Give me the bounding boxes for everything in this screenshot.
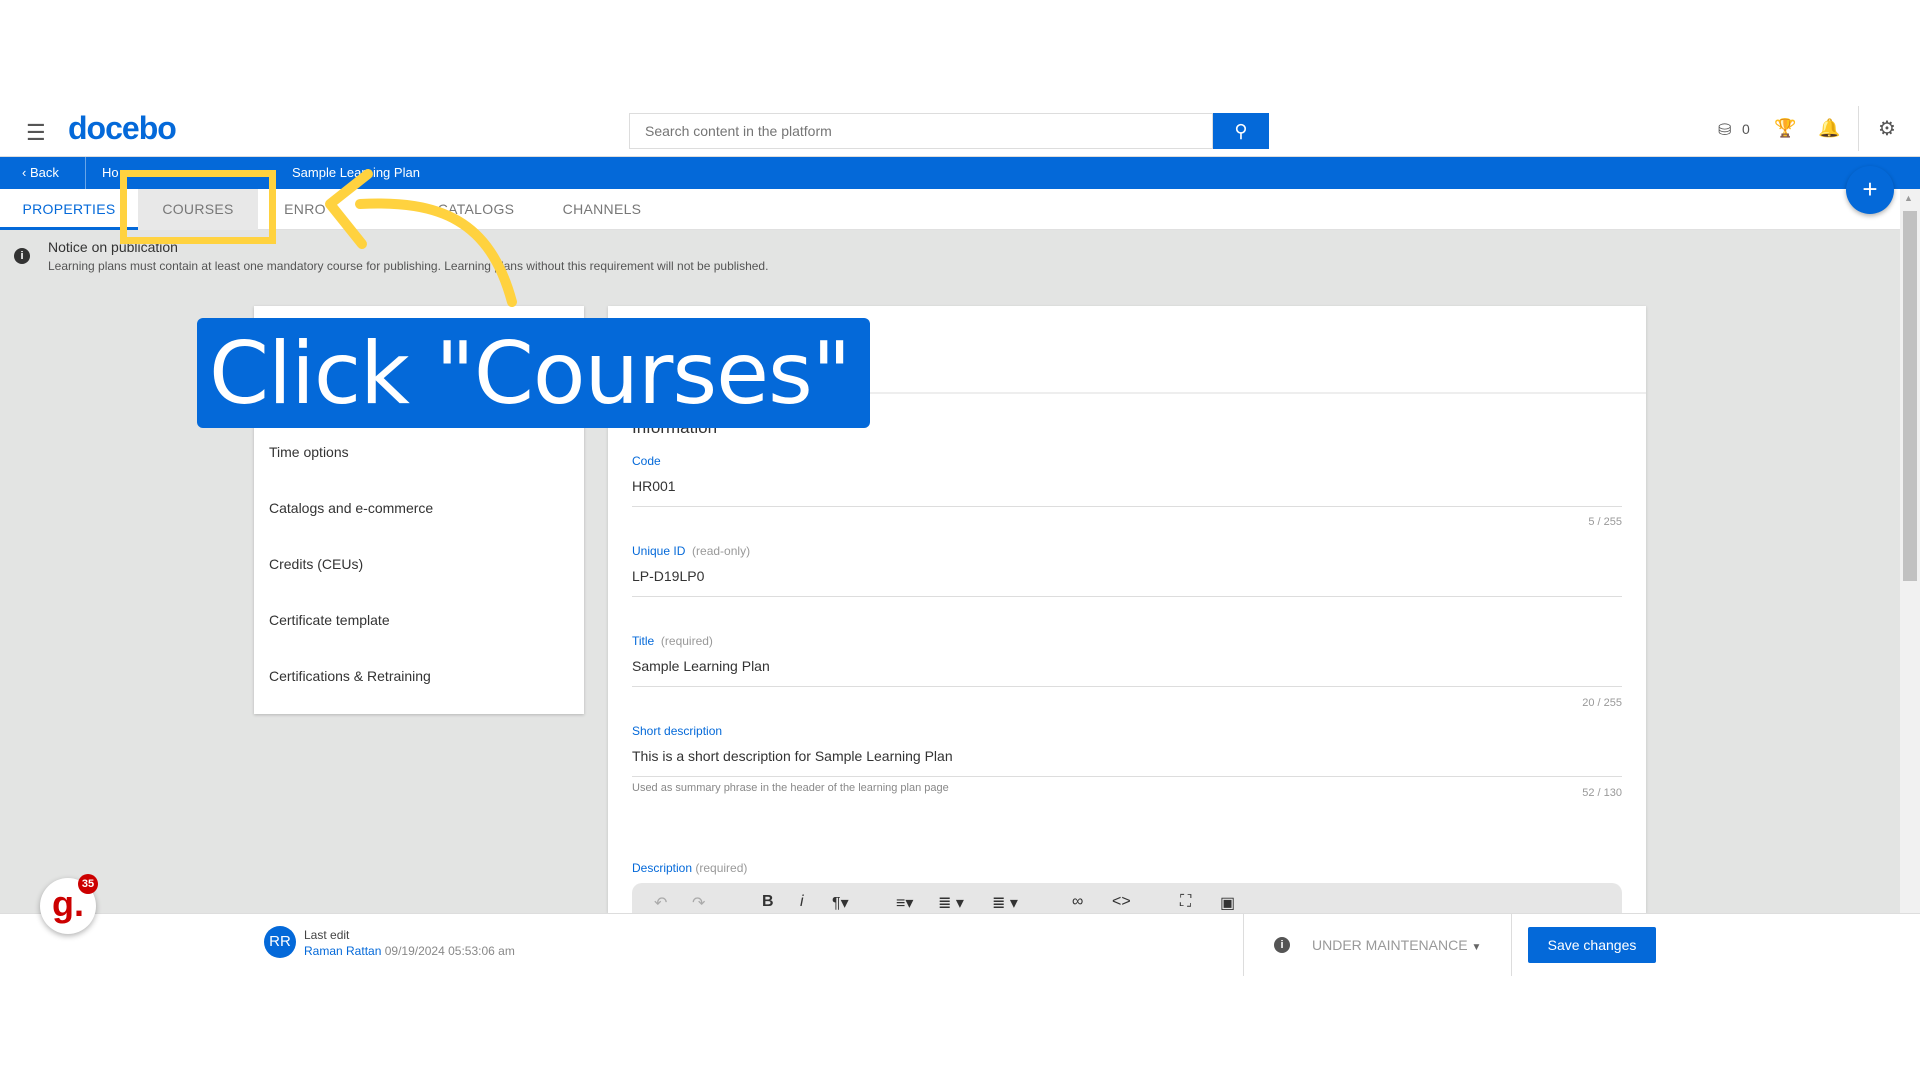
last-edit-user[interactable]: Raman Rattan — [304, 944, 381, 958]
description-label: Description (required) — [632, 861, 747, 875]
coins-count: 0 — [1742, 121, 1750, 137]
title-label: Title (required) — [632, 634, 713, 648]
menu-item-time-options[interactable]: Time options — [269, 444, 349, 460]
tab-channels[interactable]: CHANNELS — [552, 189, 652, 230]
breadcrumb: ‹ Back Ho Sample Learning Plan — [0, 157, 1920, 189]
search-input[interactable] — [629, 113, 1213, 149]
highlight-box — [120, 170, 276, 244]
info-icon: i — [14, 248, 30, 264]
tab-bar: PROPERTIES COURSES ENRO CATALOGS CHANNEL… — [0, 189, 1900, 230]
divider — [632, 506, 1622, 507]
title-hint: (required) — [660, 634, 713, 648]
menu-item-credits[interactable]: Credits (CEUs) — [269, 556, 363, 572]
undo-icon[interactable]: ↶ — [654, 893, 667, 913]
code-label: Code — [632, 454, 661, 468]
divider — [632, 686, 1622, 687]
menu-item-certifications-retraining[interactable]: Certifications & Retraining — [269, 668, 431, 684]
coins-icon[interactable]: ⛁ — [1718, 120, 1731, 140]
docebo-logo[interactable]: docebo — [68, 110, 177, 147]
divider — [632, 776, 1622, 777]
status-info-icon[interactable]: i — [1274, 937, 1290, 953]
code-counter: 5 / 255 — [1588, 516, 1622, 528]
last-edit-info: Raman Rattan 09/19/2024 05:53:06 am — [304, 944, 515, 958]
menu-item-certificate-template[interactable]: Certificate template — [269, 612, 390, 628]
footer-bar: RR Last edit Raman Rattan 09/19/2024 05:… — [0, 913, 1920, 976]
unique-id-field: LP-D19LP0 — [632, 568, 705, 584]
description-hint: (required) — [695, 861, 748, 875]
bold-icon[interactable]: B — [762, 893, 774, 911]
search-button[interactable]: ⚲ — [1213, 113, 1269, 149]
plus-icon: + — [1862, 174, 1878, 204]
divider — [1858, 106, 1859, 151]
title-label-text: Title — [632, 634, 655, 648]
scrollbar-thumb[interactable] — [1903, 211, 1917, 581]
code-field[interactable]: HR001 — [632, 478, 676, 494]
instruction-banner: Click "Courses" — [197, 318, 870, 428]
tab-properties[interactable]: PROPERTIES — [0, 189, 138, 230]
status-dropdown[interactable]: UNDER MAINTENANCE ▼ — [1312, 937, 1481, 953]
divider — [1511, 914, 1512, 976]
divider — [85, 157, 86, 189]
scrollbar[interactable]: ▲ — [1900, 189, 1920, 913]
menu-item-catalogs-ecommerce[interactable]: Catalogs and e-commerce — [269, 500, 433, 516]
chevron-down-icon: ▼ — [1471, 942, 1482, 953]
trophy-icon[interactable]: 🏆 — [1774, 118, 1796, 139]
notification-badge: 35 — [78, 874, 98, 894]
chevron-left-icon: ‹ — [22, 165, 27, 180]
back-button[interactable]: ‹ Back — [22, 165, 59, 180]
fullscreen-icon[interactable]: ⛶ — [1180, 893, 1191, 911]
save-changes-button[interactable]: Save changes — [1528, 927, 1656, 963]
code-icon[interactable]: <> — [1112, 893, 1131, 911]
description-label-text: Description — [632, 861, 693, 875]
title-field[interactable]: Sample Learning Plan — [632, 658, 770, 674]
redo-icon[interactable]: ↷ — [692, 893, 705, 913]
title-counter: 20 / 255 — [1582, 697, 1622, 709]
avatar: RR — [264, 926, 296, 958]
short-description-label: Short description — [632, 724, 723, 738]
unique-id-label-text: Unique ID — [632, 544, 686, 558]
instruction-text: Click "Courses" — [209, 324, 851, 424]
short-description-helper: Used as summary phrase in the header of … — [632, 782, 949, 794]
bullet-list-icon[interactable]: ≣ ▾ — [992, 893, 1018, 913]
settings-gear-icon[interactable]: ⚙ — [1878, 116, 1896, 141]
guide-widget-button[interactable]: g. 35 — [40, 874, 98, 934]
unique-id-label: Unique ID (read-only) — [632, 544, 750, 558]
paragraph-icon[interactable]: ¶▾ — [832, 893, 849, 913]
status-value: UNDER MAINTENANCE — [1312, 937, 1468, 953]
arrow-icon — [325, 169, 517, 307]
scroll-up-icon[interactable]: ▲ — [1904, 193, 1913, 203]
image-icon[interactable]: ▣ — [1220, 893, 1235, 913]
link-icon[interactable]: ∞ — [1072, 893, 1083, 911]
bell-icon[interactable]: 🔔 — [1818, 118, 1840, 139]
align-icon[interactable]: ≡▾ — [896, 893, 913, 913]
last-edit-date: 09/19/2024 05:53:06 am — [384, 944, 515, 958]
divider — [632, 596, 1622, 597]
breadcrumb-home[interactable]: Ho — [102, 165, 119, 180]
hamburger-menu-icon[interactable]: ☰ — [26, 120, 46, 146]
add-fab-button[interactable]: + — [1846, 166, 1894, 214]
last-edit-label: Last edit — [304, 928, 350, 942]
italic-icon[interactable]: i — [800, 893, 804, 911]
divider — [1243, 914, 1244, 976]
ordered-list-icon[interactable]: ≣ ▾ — [938, 893, 964, 913]
short-description-field[interactable]: This is a short description for Sample L… — [632, 748, 953, 764]
short-description-counter: 52 / 130 — [1582, 787, 1622, 799]
top-header: ☰ docebo ⚲ ⛁ 0 🏆 🔔 ⚙ — [0, 100, 1920, 157]
search-icon: ⚲ — [1234, 121, 1248, 141]
unique-id-hint: (read-only) — [692, 544, 751, 558]
